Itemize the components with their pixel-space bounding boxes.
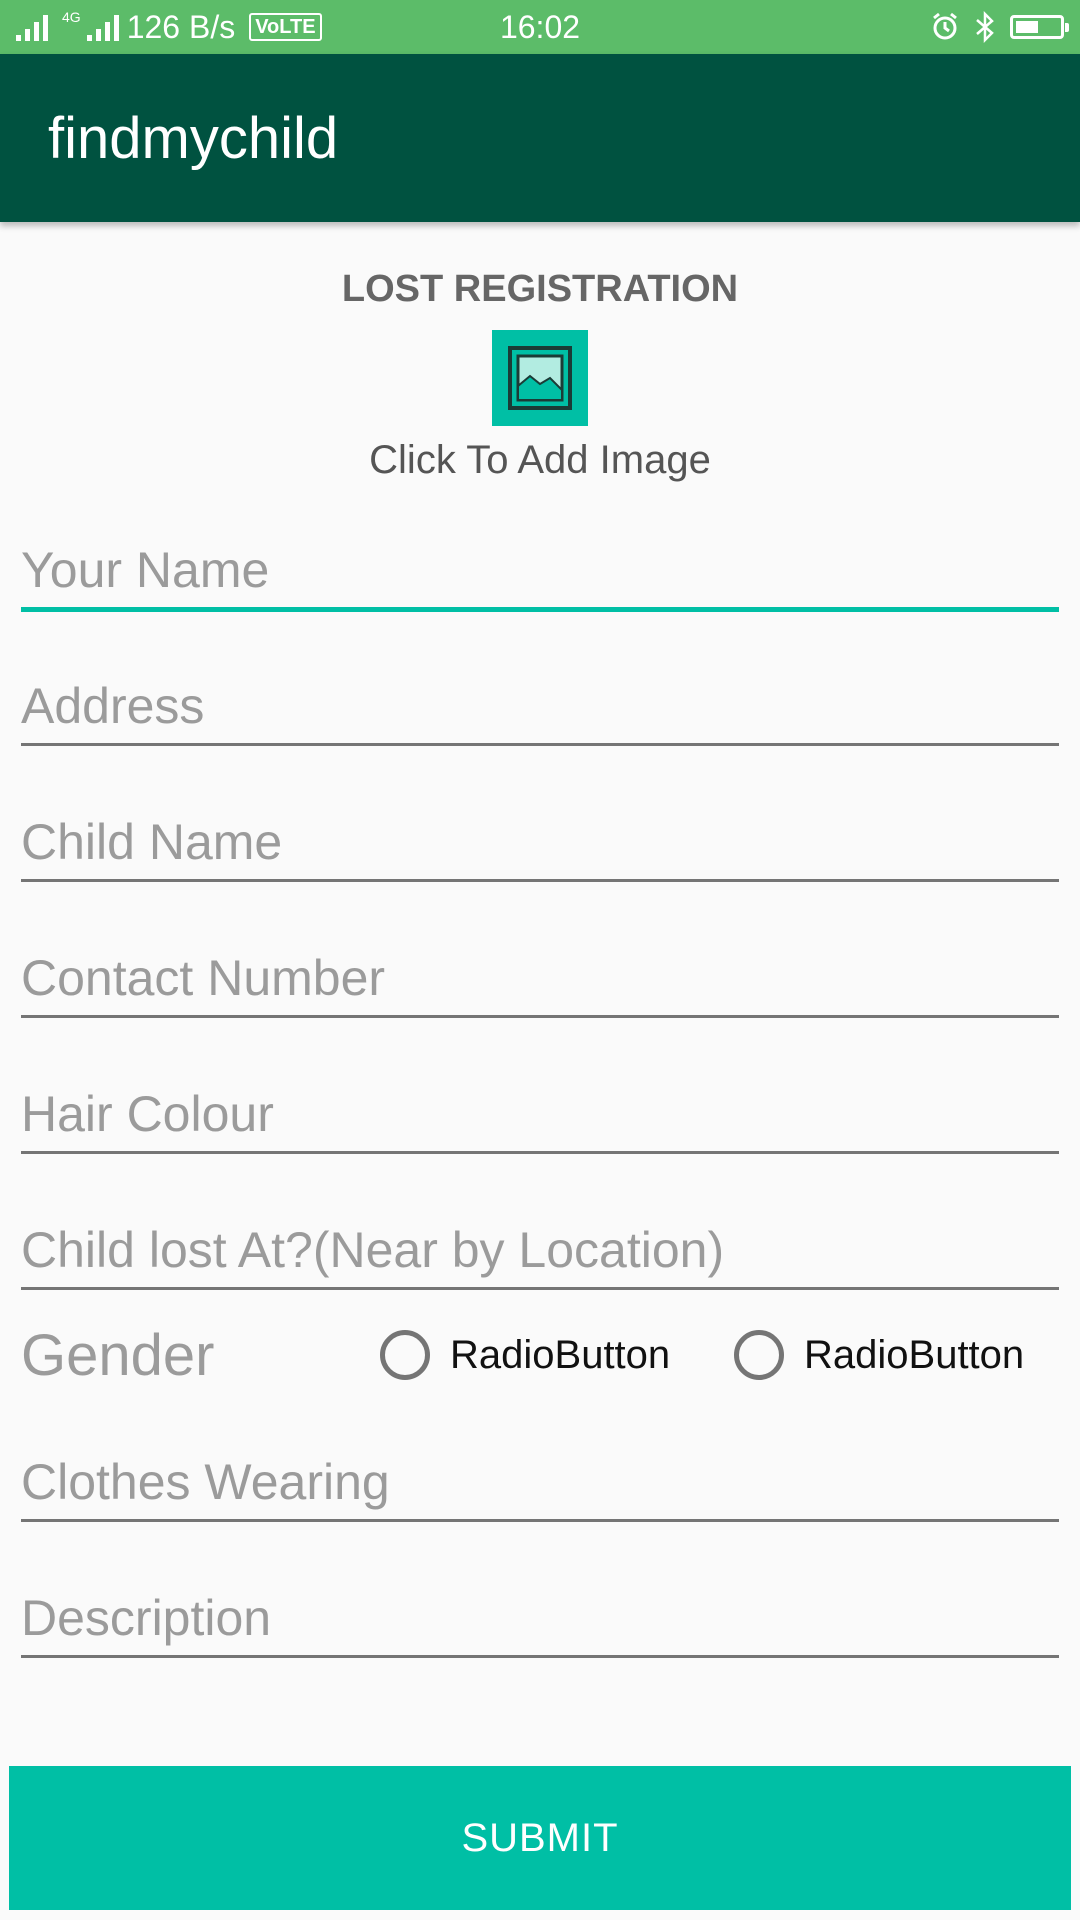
radio-label: RadioButton — [804, 1332, 1025, 1377]
battery-icon — [1010, 15, 1069, 39]
your-name-field-wrap — [21, 530, 1059, 612]
add-image-caption[interactable]: Click To Add Image — [0, 438, 1080, 483]
bluetooth-icon — [976, 11, 994, 43]
lost-at-field-wrap — [21, 1208, 1059, 1290]
image-icon — [508, 346, 572, 410]
lost-at-input[interactable] — [21, 1221, 1059, 1279]
radio-circle-icon[interactable] — [734, 1330, 784, 1380]
submit-button[interactable]: SUBMIT — [9, 1766, 1071, 1910]
address-input[interactable] — [21, 677, 1059, 735]
radio-circle-icon[interactable] — [380, 1330, 430, 1380]
gender-label: Gender — [21, 1323, 215, 1388]
description-field-wrap — [21, 1576, 1059, 1658]
radio-label: RadioButton — [450, 1332, 671, 1377]
form-heading: LOST REGISTRATION — [341, 268, 739, 310]
hair-colour-input[interactable] — [21, 1085, 1059, 1143]
child-name-field-wrap — [21, 800, 1059, 882]
add-image-button[interactable] — [492, 330, 588, 426]
clothes-field-wrap — [21, 1440, 1059, 1522]
gender-radio-1[interactable]: RadioButton — [380, 1330, 670, 1380]
description-input[interactable] — [21, 1589, 1059, 1647]
your-name-input[interactable] — [21, 541, 1059, 599]
alarm-icon — [933, 12, 957, 40]
app-bar: findmychild — [0, 54, 1080, 222]
gender-radio-2[interactable]: RadioButton — [734, 1330, 1024, 1380]
status-bar: 4G 126 B/s VoLTE 16:02 — [0, 0, 1080, 54]
app-title: findmychild — [48, 105, 339, 171]
contact-number-input[interactable] — [21, 949, 1059, 1007]
clothes-input[interactable] — [21, 1453, 1059, 1511]
status-right — [930, 0, 1069, 54]
child-name-input[interactable] — [21, 813, 1059, 871]
hair-colour-field-wrap — [21, 1072, 1059, 1154]
address-field-wrap — [21, 664, 1059, 746]
contact-number-field-wrap — [21, 936, 1059, 1018]
battery-fill — [1016, 21, 1038, 33]
status-time: 16:02 — [499, 8, 581, 45]
